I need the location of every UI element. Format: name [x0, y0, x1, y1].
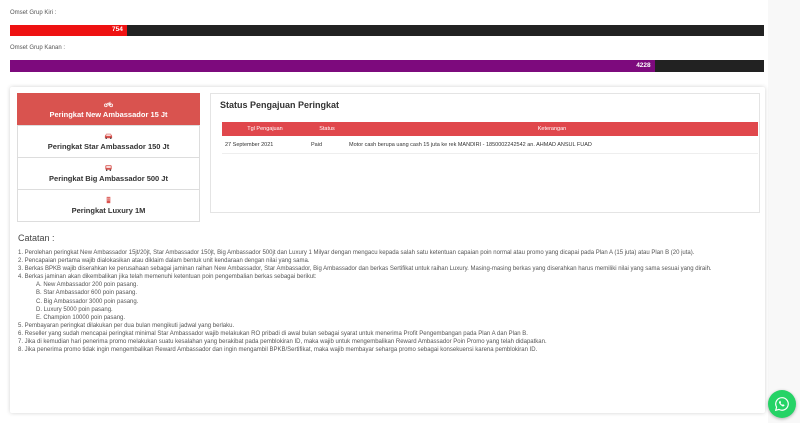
tab-new-ambassador[interactable]: Peringkat New Ambassador 15 Jt: [17, 93, 200, 126]
peringkat-card: Peringkat New Ambassador 15 Jt Peringkat…: [10, 87, 765, 413]
building-icon: [106, 196, 111, 204]
note-sub-item: E. Champion 10000 poin pasang.: [36, 314, 126, 321]
note-item: 3. Berkas BPKB wajib diserahkan ke perus…: [18, 266, 712, 273]
catatan-title: Catatan :: [18, 233, 55, 243]
motorcycle-icon: [104, 101, 113, 108]
tab-star-ambassador[interactable]: Peringkat Star Ambassador 150 Jt: [17, 125, 200, 158]
table-header-row: Tgl Pengajuan Status Keterangan: [222, 122, 758, 136]
tab-label: Peringkat Star Ambassador 150 Jt: [47, 142, 170, 151]
omset-kiri-value: 754: [112, 26, 123, 33]
omset-kiri-bar: 754: [10, 25, 764, 36]
omset-kiri-fill: 754: [10, 25, 127, 36]
col-status: Status: [308, 122, 346, 136]
status-table: Tgl Pengajuan Status Keterangan 27 Septe…: [222, 122, 758, 154]
tab-luxury[interactable]: Peringkat Luxury 1M: [17, 189, 200, 222]
note-item: 1. Perolehan peringkat New Ambassador 15…: [18, 250, 695, 256]
omset-kanan-label: Omset Grup Kanan :: [10, 45, 66, 51]
cell-keterangan: Motor cash berupa uang cash 15 juta ke r…: [346, 136, 758, 154]
whatsapp-button[interactable]: [768, 390, 796, 418]
note-sub-item: C. Big Ambassador 3000 poin pasang.: [36, 298, 139, 305]
col-keterangan: Keterangan: [346, 122, 758, 136]
note-sub-item: D. Luxury 5000 poin pasang.: [36, 306, 113, 313]
tab-label: Peringkat New Ambassador 15 Jt: [49, 110, 168, 119]
col-tgl: Tgl Pengajuan: [222, 122, 308, 136]
note-item: 6. Reseller yang sudah mencapai peringka…: [18, 330, 528, 337]
note-item: 2. Pencapaian pertama wajib dialokasikan…: [18, 258, 310, 265]
status-panel: Status Pengajuan Peringkat Tgl Pengajuan…: [210, 93, 760, 213]
tab-big-ambassador[interactable]: Peringkat Big Ambassador 500 Jt: [17, 157, 200, 190]
whatsapp-icon: [774, 397, 789, 412]
note-item: 8. Jika penerima promo tidak ingin menge…: [18, 347, 538, 354]
cell-status: Paid: [308, 136, 346, 154]
peringkat-tabs: Peringkat New Ambassador 15 Jt Peringkat…: [17, 93, 200, 222]
note-item: 4. Berkas jaminan akan dikembalikan jika…: [18, 274, 317, 281]
car-icon: [104, 133, 113, 139]
table-row: 27 September 2021 Paid Motor cash berupa…: [222, 136, 758, 154]
note-sub-item: B. Star Ambassador 600 poin pasang.: [36, 290, 138, 297]
status-title: Status Pengajuan Peringkat: [220, 100, 340, 110]
omset-kanan-bar: 4228: [10, 60, 764, 72]
note-sub-item: A. New Ambassador 200 poin pasang.: [36, 282, 139, 289]
omset-kanan-value: 4228: [636, 62, 651, 69]
scrollbar-track[interactable]: [768, 0, 800, 423]
note-item: 7. Jika di kemudian hari penerima promo …: [18, 339, 547, 346]
omset-kiri-label: Omset Grup Kiri :: [10, 10, 57, 16]
catatan-list: 1. Perolehan peringkat New Ambassador 15…: [18, 249, 758, 354]
omset-kanan-fill: 4228: [10, 60, 655, 72]
note-item: 5. Pembayaran peringkat dilakukan per du…: [18, 322, 235, 329]
cell-tgl: 27 September 2021: [222, 136, 308, 154]
car-icon: [105, 165, 112, 171]
tab-label: Peringkat Luxury 1M: [71, 206, 146, 215]
tab-label: Peringkat Big Ambassador 500 Jt: [49, 174, 168, 183]
